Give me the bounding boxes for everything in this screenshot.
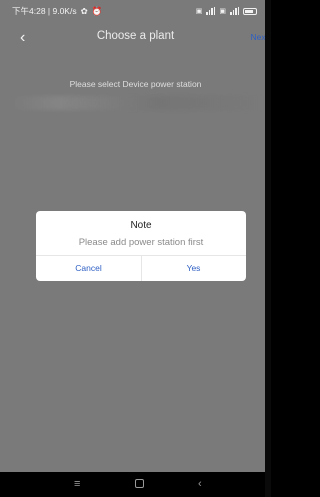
- alarm-icon: ⏰: [91, 5, 103, 16]
- dialog-message: Please add power station first: [78, 237, 204, 248]
- menu-icon[interactable]: ≡: [74, 476, 80, 492]
- wechat-icon: ✿: [80, 5, 88, 16]
- status-bar: 下午4:28 | 9.0K/s ✿ ⏰ ▣ ▣: [0, 0, 271, 22]
- dialog-title: Note: [130, 220, 152, 231]
- status-left: 下午4:28 | 9.0K/s ✿ ⏰: [12, 5, 102, 17]
- yes-button[interactable]: Yes: [141, 256, 246, 281]
- hd-icon: ▣: [219, 8, 226, 15]
- note-dialog: Note Please add power station first Canc…: [36, 211, 246, 281]
- system-nav-bar: ≡ ‹: [0, 472, 271, 497]
- battery-icon: [243, 7, 257, 15]
- app-screen: 下午4:28 | 9.0K/s ✿ ⏰ ▣ ▣ ‹ Choose a plant…: [0, 0, 271, 497]
- page-header: ‹ Choose a plant Next: [0, 25, 271, 51]
- screen-edge: [265, 0, 271, 497]
- signal-icon: [206, 7, 216, 15]
- cancel-button[interactable]: Cancel: [36, 256, 141, 281]
- page-title: Choose a plant: [96, 30, 175, 42]
- signal-icon: [230, 7, 239, 15]
- home-icon[interactable]: [135, 479, 144, 488]
- status-right: ▣ ▣: [196, 7, 257, 15]
- status-time-speed: 下午4:28 | 9.0K/s: [12, 6, 77, 16]
- back-icon[interactable]: ‹: [198, 476, 202, 492]
- select-station-prompt: Please select Device power station: [69, 79, 202, 89]
- blurred-list-item: [8, 96, 263, 110]
- hd-icon: ▣: [195, 8, 203, 15]
